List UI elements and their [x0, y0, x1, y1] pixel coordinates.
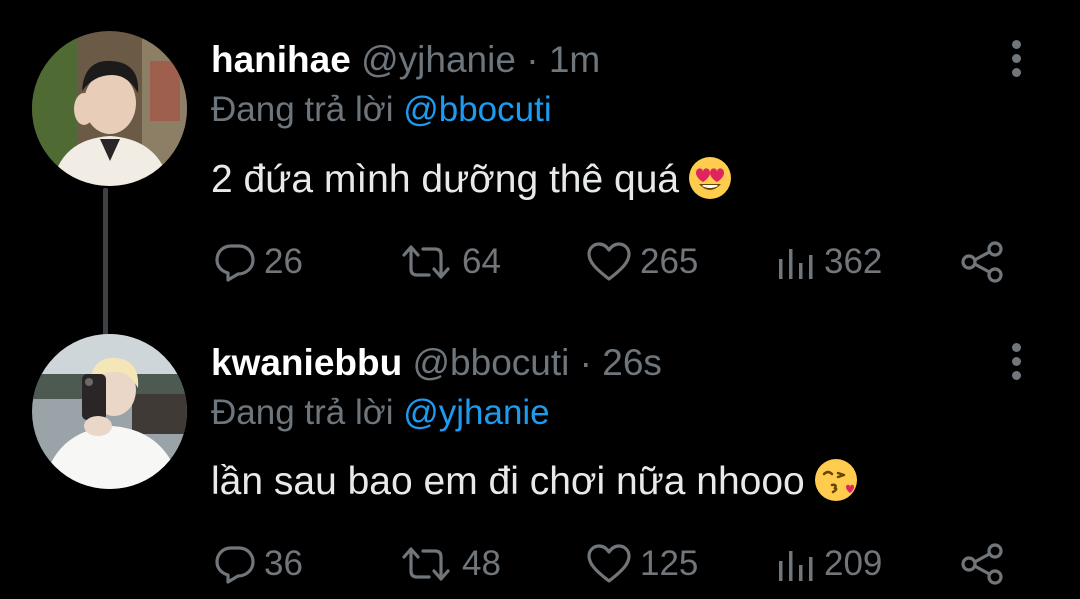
replying-to-link[interactable]: @bbocuti	[403, 90, 551, 129]
avatar[interactable]	[32, 31, 187, 186]
retweet-count: 48	[462, 544, 501, 583]
replying-to-label: Đang trả lời	[211, 393, 394, 432]
avatar-photo-hanihae	[32, 31, 187, 186]
avatar[interactable]	[32, 334, 187, 489]
like-count: 265	[640, 242, 699, 281]
reply-button[interactable]: 26	[214, 232, 303, 292]
views-icon	[779, 249, 813, 279]
avatar-photo-kwaniebbu	[32, 334, 187, 489]
kissing-heart-emoji-icon	[813, 457, 859, 503]
heart-eyes-emoji-icon	[687, 155, 733, 201]
timestamp[interactable]: 26s	[602, 342, 662, 383]
like-button[interactable]: 125	[586, 534, 698, 594]
retweet-icon	[402, 245, 450, 279]
tweet-text: lần sau bao em đi chơi nữa nhooo	[211, 457, 859, 505]
tweet: kwaniebbu @bbocuti · 26s Đang trả lời @y…	[0, 300, 1080, 599]
more-options-icon[interactable]	[1002, 337, 1032, 385]
replying-to-link[interactable]: @yjhanie	[403, 393, 549, 432]
like-icon	[587, 242, 631, 281]
retweet-icon	[402, 547, 450, 581]
timestamp[interactable]: 1m	[549, 39, 600, 80]
display-name[interactable]: kwaniebbu	[211, 342, 402, 383]
tweet-text-content: lần sau bao em đi chơi nữa nhooo	[211, 460, 805, 503]
reply-icon	[215, 546, 255, 584]
user-handle[interactable]: @bbocuti	[412, 342, 569, 383]
retweet-count: 64	[462, 242, 501, 281]
reply-count: 26	[264, 242, 303, 281]
reply-button[interactable]: 36	[214, 534, 303, 594]
retweet-button[interactable]: 64	[398, 232, 501, 292]
retweet-button[interactable]: 48	[398, 534, 501, 594]
separator-dot: ·	[579, 342, 592, 383]
reply-icon	[215, 244, 255, 282]
views-count: 209	[824, 544, 883, 583]
tweet-actions: 36 48 125 209	[0, 534, 1080, 594]
replying-to-label: Đang trả lời	[211, 90, 394, 129]
share-icon	[961, 543, 1003, 585]
like-icon	[587, 544, 631, 583]
views-count: 362	[824, 242, 883, 281]
display-name[interactable]: hanihae	[211, 39, 351, 80]
tweet-text-content: 2 đứa mình dưỡng thê quá	[211, 158, 680, 201]
like-count: 125	[640, 544, 699, 583]
separator-dot: ·	[526, 39, 539, 80]
tweet: hanihae @yjhanie · 1m Đang trả lời @bboc…	[0, 0, 1080, 300]
tweet-text: 2 đứa mình dưỡng thê quá	[211, 155, 733, 203]
views-button[interactable]: 362	[776, 232, 882, 292]
replying-to: Đang trả lời @yjhanie	[211, 392, 550, 434]
views-icon	[779, 551, 813, 581]
more-options-icon[interactable]	[1002, 34, 1032, 82]
tweet-header: hanihae @yjhanie · 1m	[211, 38, 600, 82]
reply-count: 36	[264, 544, 303, 583]
like-button[interactable]: 265	[586, 232, 698, 292]
user-handle[interactable]: @yjhanie	[361, 39, 516, 80]
share-button[interactable]	[960, 534, 1004, 594]
replying-to: Đang trả lời @bbocuti	[211, 89, 552, 131]
views-button[interactable]: 209	[776, 534, 882, 594]
tweet-actions: 26 64 265 362	[0, 232, 1080, 292]
tweet-header: kwaniebbu @bbocuti · 26s	[211, 341, 662, 385]
share-button[interactable]	[960, 232, 1004, 292]
share-icon	[961, 241, 1003, 283]
